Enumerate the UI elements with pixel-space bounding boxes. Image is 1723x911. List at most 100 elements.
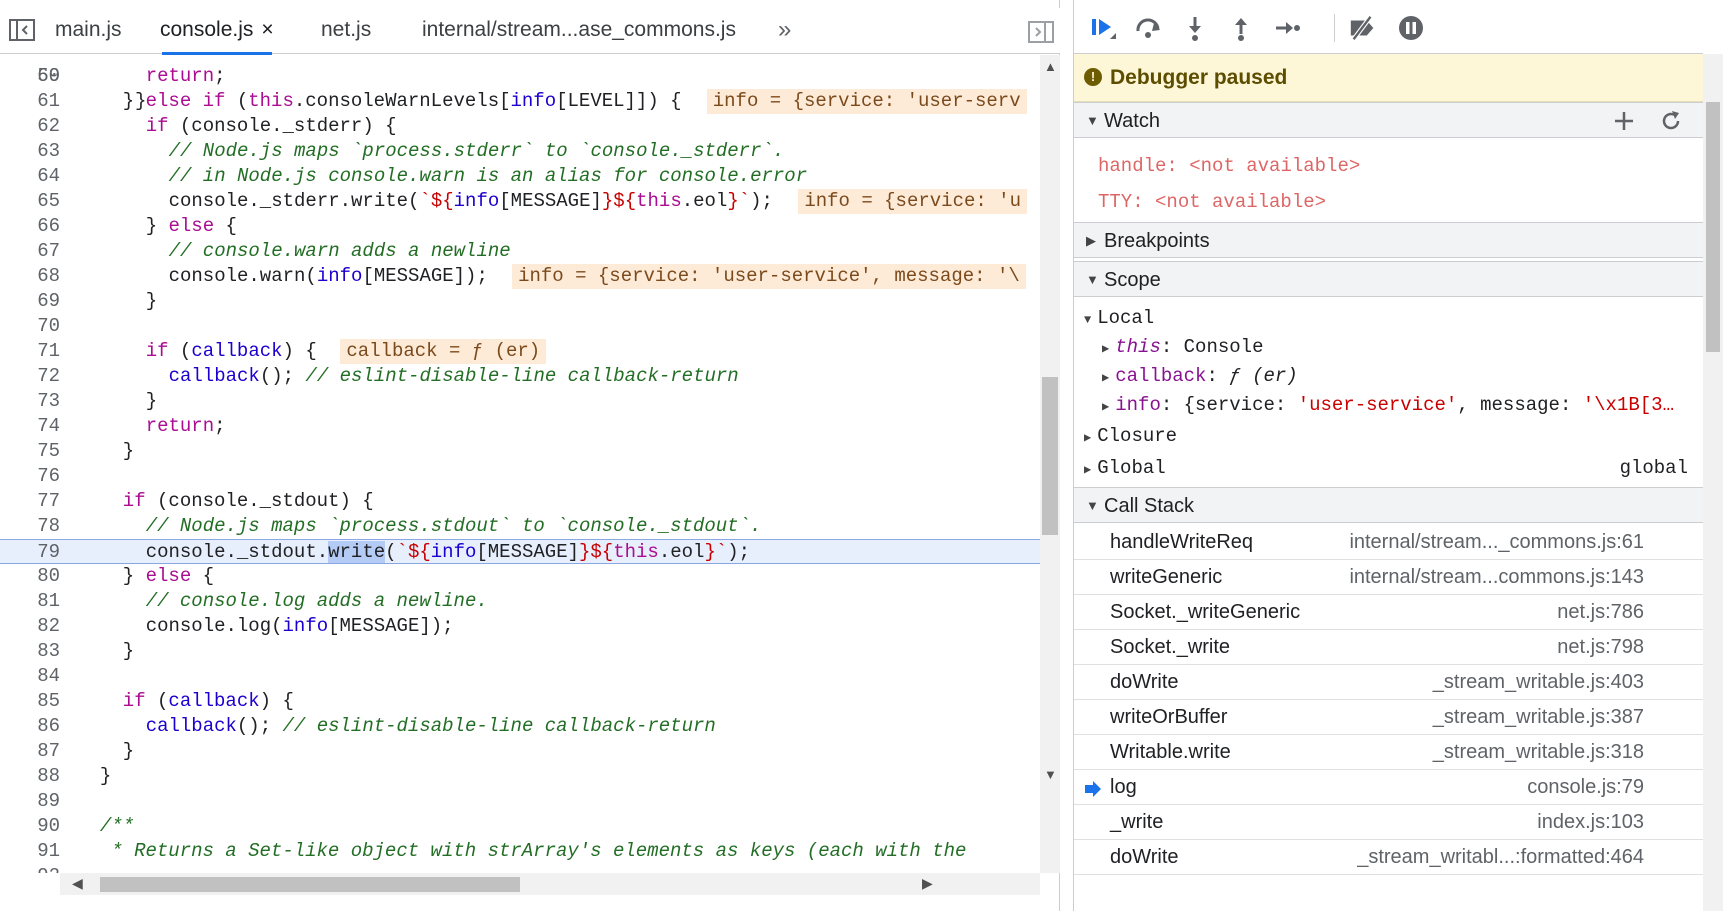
- tab-console-js[interactable]: console.js ×: [160, 8, 274, 55]
- line-number[interactable]: 63: [0, 139, 60, 164]
- line-number[interactable]: 79: [0, 540, 60, 565]
- line-number[interactable]: 74: [0, 414, 60, 439]
- frame-location[interactable]: internal/stream..._commons.js:61: [1349, 525, 1644, 560]
- resume-icon[interactable]: [1088, 14, 1118, 42]
- call-frame[interactable]: Socket._writeGeneric net.js:786: [1074, 595, 1703, 630]
- line-number[interactable]: 88: [0, 764, 60, 789]
- line-number[interactable]: 78: [0, 514, 60, 539]
- more-tabs-icon[interactable]: »: [778, 8, 791, 54]
- call-stack-section-header[interactable]: ▼ Call Stack: [1074, 487, 1703, 523]
- line-number[interactable]: 82: [0, 614, 60, 639]
- line-number[interactable]: 68: [0, 264, 60, 289]
- code-vertical-scrollbar[interactable]: ▲ ▼: [1040, 55, 1060, 873]
- line-number[interactable]: 84: [0, 664, 60, 689]
- call-frame[interactable]: writeGeneric internal/stream...commons.js…: [1074, 560, 1703, 595]
- line-number[interactable]: 86: [0, 714, 60, 739]
- line-number[interactable]: 71: [0, 339, 60, 364]
- scroll-left-icon[interactable]: ◀: [72, 875, 83, 892]
- scope-section-header[interactable]: ▼ Scope: [1074, 261, 1703, 297]
- call-frame[interactable]: doWrite _stream_writable.js:403: [1074, 665, 1703, 700]
- line-number[interactable]: 67: [0, 239, 60, 264]
- scope-property-this[interactable]: ▶ this: Console: [1102, 333, 1263, 361]
- scroll-down-icon[interactable]: ▼: [1044, 767, 1057, 782]
- frame-location[interactable]: _stream_writable.js:318: [1433, 735, 1644, 770]
- code-area[interactable]: 59 } 60 return; 61} else if (this.consoleW…: [0, 55, 1040, 873]
- scrollbar-thumb[interactable]: [100, 877, 520, 892]
- frame-location[interactable]: _stream_writable.js:403: [1433, 665, 1644, 700]
- breakpoints-section-header[interactable]: ▶ Breakpoints: [1074, 222, 1703, 258]
- scope-property-callback[interactable]: ▶ callback: ƒ (er): [1102, 362, 1298, 390]
- line-number[interactable]: 64: [0, 164, 60, 189]
- code-token: }: [122, 565, 146, 587]
- call-frame-current[interactable]: log console.js:79: [1074, 770, 1703, 805]
- inline-variable-value[interactable]: info = {service: 'user-service', message…: [512, 264, 1026, 289]
- scope-property-info[interactable]: ▶ info: {service: 'user-service', message…: [1102, 391, 1674, 419]
- step-into-icon[interactable]: [1180, 14, 1210, 42]
- call-frame[interactable]: Writable.write _stream_writable.js:318: [1074, 735, 1703, 770]
- call-frame[interactable]: Socket._write net.js:798: [1074, 630, 1703, 665]
- line-number[interactable]: 90: [0, 814, 60, 839]
- call-frame[interactable]: doWrite _stream_writabl...:formatted:464: [1074, 840, 1703, 875]
- line-number[interactable]: 80: [0, 564, 60, 589]
- call-frame[interactable]: _write index.js:103: [1074, 805, 1703, 840]
- line-number[interactable]: 61: [0, 89, 60, 114]
- line-number[interactable]: 92: [0, 864, 60, 873]
- sidebar-vertical-scrollbar[interactable]: [1703, 54, 1723, 911]
- line-number[interactable]: 66: [0, 214, 60, 239]
- line-number[interactable]: 89: [0, 789, 60, 814]
- step-out-icon[interactable]: [1226, 14, 1256, 42]
- line-number[interactable]: 60: [0, 64, 60, 89]
- line-number[interactable]: 83: [0, 639, 60, 664]
- toggle-navigator-icon[interactable]: [8, 18, 36, 42]
- line-number[interactable]: 65: [0, 189, 60, 214]
- frame-location[interactable]: console.js:79: [1527, 770, 1644, 805]
- frame-location[interactable]: internal/stream...commons.js:143: [1349, 560, 1644, 595]
- inline-variable-value[interactable]: callback = ƒ (er): [340, 339, 547, 364]
- call-frame[interactable]: handleWriteReq internal/stream..._commons…: [1074, 525, 1703, 560]
- code-line: 89: [0, 789, 1040, 814]
- line-number[interactable]: 70: [0, 314, 60, 339]
- frame-location[interactable]: net.js:798: [1557, 630, 1644, 665]
- refresh-icon[interactable]: [1656, 107, 1686, 135]
- scrollbar-thumb[interactable]: [1706, 102, 1720, 352]
- line-number[interactable]: 62: [0, 114, 60, 139]
- line-number[interactable]: 91: [0, 839, 60, 864]
- frame-location[interactable]: _stream_writabl...:formatted:464: [1357, 840, 1644, 875]
- line-number[interactable]: 73: [0, 389, 60, 414]
- line-number[interactable]: 85: [0, 689, 60, 714]
- add-watch-icon[interactable]: [1609, 107, 1639, 135]
- line-number[interactable]: 75: [0, 439, 60, 464]
- inline-variable-value[interactable]: info = {service: 'u: [798, 189, 1027, 214]
- scrollbar-thumb[interactable]: [1042, 377, 1058, 535]
- close-icon[interactable]: ×: [261, 8, 273, 52]
- line-number[interactable]: 69: [0, 289, 60, 314]
- scope-closure[interactable]: ▶ Closure: [1084, 422, 1177, 450]
- deactivate-breakpoints-icon[interactable]: [1348, 14, 1378, 42]
- scope-global[interactable]: ▶ Global global: [1084, 454, 1688, 482]
- scope-local[interactable]: ▼ Local: [1084, 304, 1154, 332]
- call-frame[interactable]: writeOrBuffer _stream_writable.js:387: [1074, 700, 1703, 735]
- watch-section-header[interactable]: ▼ Watch: [1074, 102, 1703, 138]
- watch-expression[interactable]: TTY: <not available>: [1098, 186, 1326, 218]
- line-number[interactable]: 77: [0, 489, 60, 514]
- tab-main-js[interactable]: main.js: [55, 8, 122, 54]
- line-number[interactable]: 87: [0, 739, 60, 764]
- step-icon[interactable]: [1272, 14, 1302, 42]
- scroll-up-icon[interactable]: ▲: [1044, 59, 1057, 74]
- tab-net-js[interactable]: net.js: [321, 8, 371, 54]
- line-number[interactable]: 76: [0, 464, 60, 489]
- pause-on-exceptions-icon[interactable]: [1396, 14, 1426, 42]
- frame-location[interactable]: _stream_writable.js:387: [1433, 700, 1644, 735]
- tab-stream-base-commons[interactable]: internal/stream...ase_commons.js: [422, 8, 736, 54]
- code-horizontal-scrollbar[interactable]: ◀ ▶: [60, 873, 1040, 895]
- line-number[interactable]: 72: [0, 364, 60, 389]
- line-number[interactable]: 81: [0, 589, 60, 614]
- toggle-debugger-icon[interactable]: [1028, 20, 1054, 44]
- watch-expression[interactable]: handle: <not available>: [1098, 150, 1360, 182]
- inline-variable-value[interactable]: info = {service: 'user-serv: [706, 89, 1027, 114]
- frame-location[interactable]: net.js:786: [1557, 595, 1644, 630]
- scroll-right-icon[interactable]: ▶: [922, 875, 933, 892]
- step-over-icon[interactable]: [1134, 14, 1164, 42]
- collapsed-triangle-icon: ▶: [1084, 463, 1092, 477]
- frame-location[interactable]: index.js:103: [1537, 805, 1644, 840]
